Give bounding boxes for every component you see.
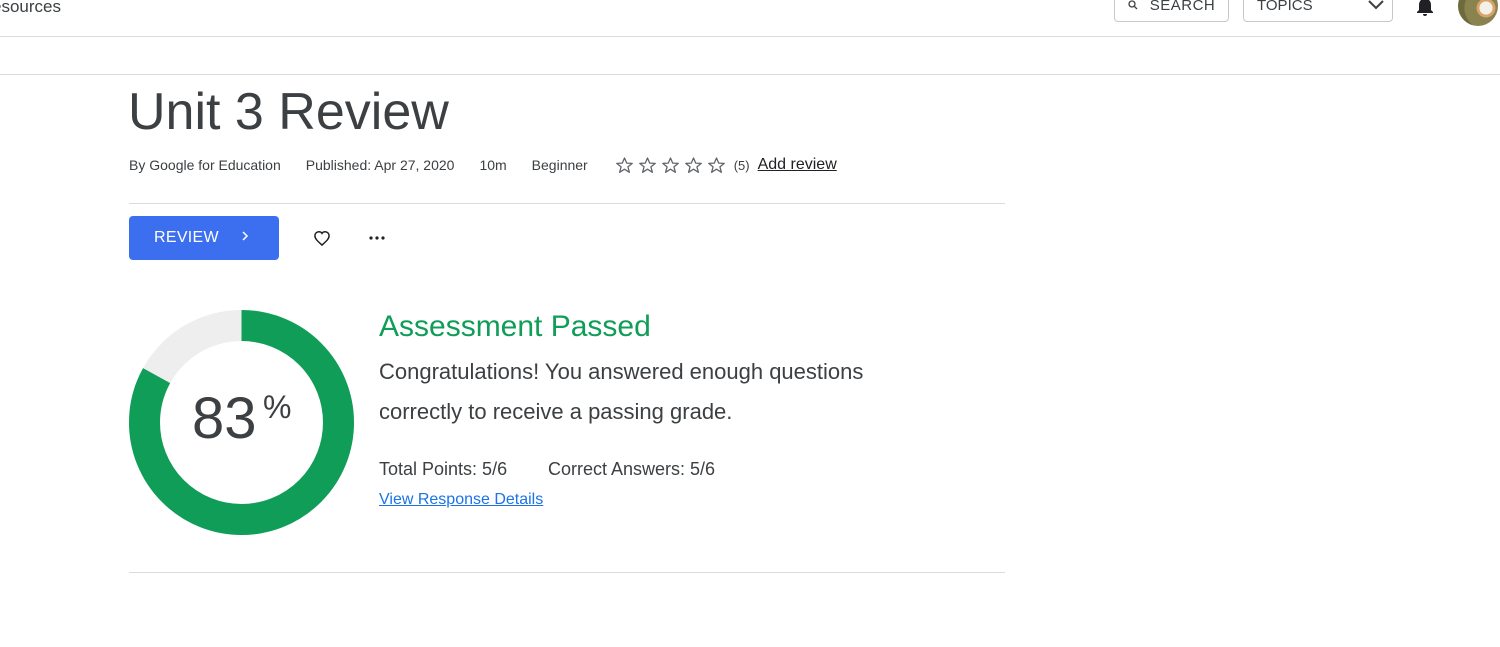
rating-count: (5): [733, 157, 750, 173]
subnav-divider: [0, 74, 1500, 75]
star-rating: [615, 156, 726, 175]
star-icon: [615, 156, 633, 173]
result-title: Assessment Passed: [379, 310, 651, 343]
divider: [129, 572, 1005, 573]
star-icon: [661, 156, 679, 173]
score-percent: 83: [192, 386, 257, 451]
divider: [129, 203, 1005, 204]
search-icon: [1128, 0, 1138, 14]
chevron-right-icon: [241, 229, 249, 247]
percent-sign: %: [263, 389, 292, 425]
topics-label: TOPICS: [1257, 0, 1313, 14]
author-text: By Google for Education: [129, 157, 281, 173]
result-message: Congratulations! You answered enough que…: [379, 359, 864, 424]
duration-text: 10m: [479, 157, 507, 173]
avatar[interactable]: [1458, 0, 1498, 26]
review-button[interactable]: REVIEW: [129, 216, 279, 260]
course-meta: By Google for Education Published: Apr 2…: [129, 154, 837, 176]
total-points: Total Points: 5/6: [379, 459, 508, 479]
search-label: SEARCH: [1149, 0, 1216, 14]
published-date: Published: Apr 27, 2020: [305, 157, 455, 173]
chevron-down-icon: [1368, 0, 1384, 14]
search-button[interactable]: SEARCH: [1114, 0, 1229, 22]
page-title: Unit 3 Review: [128, 83, 449, 141]
more-icon[interactable]: [368, 230, 386, 251]
correct-answers: Correct Answers: 5/6: [548, 459, 716, 479]
top-bar: esources SEARCH TOPICS: [0, 0, 1500, 37]
heart-icon[interactable]: [312, 228, 332, 253]
star-icon: [638, 156, 656, 173]
nav-resources-link[interactable]: esources: [0, 0, 61, 17]
star-icon: [707, 156, 725, 173]
level-text: Beginner: [531, 157, 588, 173]
review-button-label: REVIEW: [154, 229, 219, 246]
topics-dropdown[interactable]: TOPICS: [1243, 0, 1393, 22]
star-icon: [684, 156, 702, 173]
bell-icon[interactable]: [1413, 0, 1437, 23]
view-response-details-link[interactable]: View Response Details: [379, 491, 543, 509]
add-review-link[interactable]: Add review: [758, 156, 837, 174]
